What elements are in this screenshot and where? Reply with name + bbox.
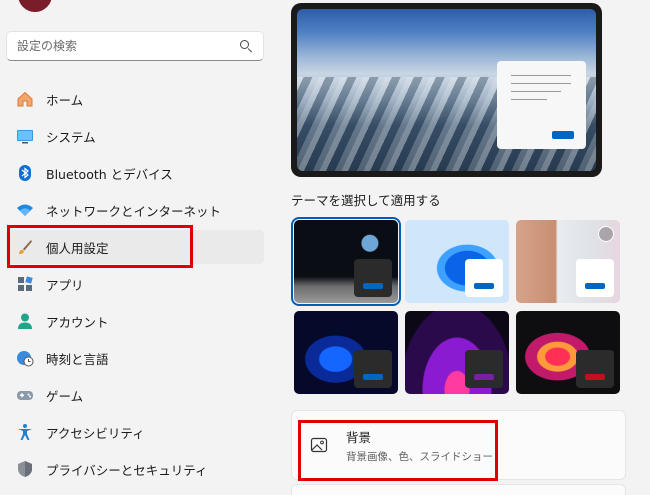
- theme-tile-flow[interactable]: [516, 311, 620, 394]
- sidebar-item-privacy[interactable]: プライバシーとセキュリティ: [6, 452, 264, 486]
- background-card-subtitle: 背景画像、色、スライドショー: [346, 450, 493, 463]
- sidebar-item-label: ネットワークとインターネット: [46, 203, 222, 219]
- preview-wallpaper: [297, 9, 596, 171]
- sidebar-item-label: アカウント: [46, 314, 109, 330]
- search-icon[interactable]: [239, 39, 253, 53]
- image-icon: [310, 436, 328, 454]
- theme-tile-glow[interactable]: [405, 311, 509, 394]
- theme-tile-spotlight[interactable]: [516, 220, 620, 303]
- sidebar-item-bluetooth[interactable]: Bluetooth とデバイス: [6, 156, 264, 190]
- sidebar-item-accessibility[interactable]: アクセシビリティ: [6, 415, 264, 449]
- sidebar-item-accounts[interactable]: アカウント: [6, 304, 264, 338]
- sidebar-item-system[interactable]: システム: [6, 119, 264, 153]
- sidebar-item-label: アクセシビリティ: [46, 425, 145, 441]
- search-box[interactable]: [6, 31, 264, 61]
- home-icon: [16, 90, 34, 108]
- theme-section-label: テーマを選択して適用する: [291, 193, 441, 208]
- monitor-icon: [16, 127, 34, 145]
- gamepad-icon: [16, 386, 34, 404]
- globe-clock-icon: [16, 349, 34, 367]
- sidebar-item-label: ホーム: [46, 92, 84, 108]
- sidebar-item-label: アプリ: [46, 277, 84, 293]
- sidebar-nav: ホーム システム Bluetooth とデバイス ネットワークとインターネット …: [6, 82, 264, 489]
- theme-preview: [291, 3, 602, 177]
- shield-icon: [16, 460, 34, 478]
- sidebar-item-label: システム: [46, 129, 96, 145]
- sidebar-item-label: 時刻と言語: [46, 351, 109, 367]
- sidebar-item-label: ゲーム: [46, 388, 84, 404]
- paintbrush-icon: [16, 238, 34, 256]
- theme-tile-earth[interactable]: [291, 217, 401, 306]
- sidebar-item-label: 個人用設定: [46, 240, 109, 256]
- theme-tile-bloom-light[interactable]: [405, 220, 509, 303]
- avatar[interactable]: [18, 0, 52, 12]
- bluetooth-icon: [16, 164, 34, 182]
- sidebar-item-gaming[interactable]: ゲーム: [6, 378, 264, 412]
- background-settings-card[interactable]: 背景 背景画像、色、スライドショー: [291, 410, 626, 480]
- person-icon: [16, 312, 34, 330]
- sidebar-item-personalization[interactable]: 個人用設定: [6, 230, 264, 264]
- sidebar-item-apps[interactable]: アプリ: [6, 267, 264, 301]
- accessibility-icon: [16, 423, 34, 441]
- sidebar-item-home[interactable]: ホーム: [6, 82, 264, 116]
- preview-window-mock: [497, 61, 586, 149]
- sidebar-item-label: Bluetooth とデバイス: [46, 166, 173, 182]
- shuffle-icon: [598, 226, 614, 242]
- next-settings-card[interactable]: [291, 484, 626, 495]
- sidebar-item-label: プライバシーとセキュリティ: [46, 462, 208, 478]
- theme-tile-bloom-dark[interactable]: [294, 311, 398, 394]
- sidebar-item-network[interactable]: ネットワークとインターネット: [6, 193, 264, 227]
- apps-icon: [16, 275, 34, 293]
- background-card-title: 背景: [346, 429, 372, 445]
- search-input[interactable]: [17, 39, 239, 53]
- sidebar-item-time-language[interactable]: 時刻と言語: [6, 341, 264, 375]
- wifi-icon: [16, 201, 34, 219]
